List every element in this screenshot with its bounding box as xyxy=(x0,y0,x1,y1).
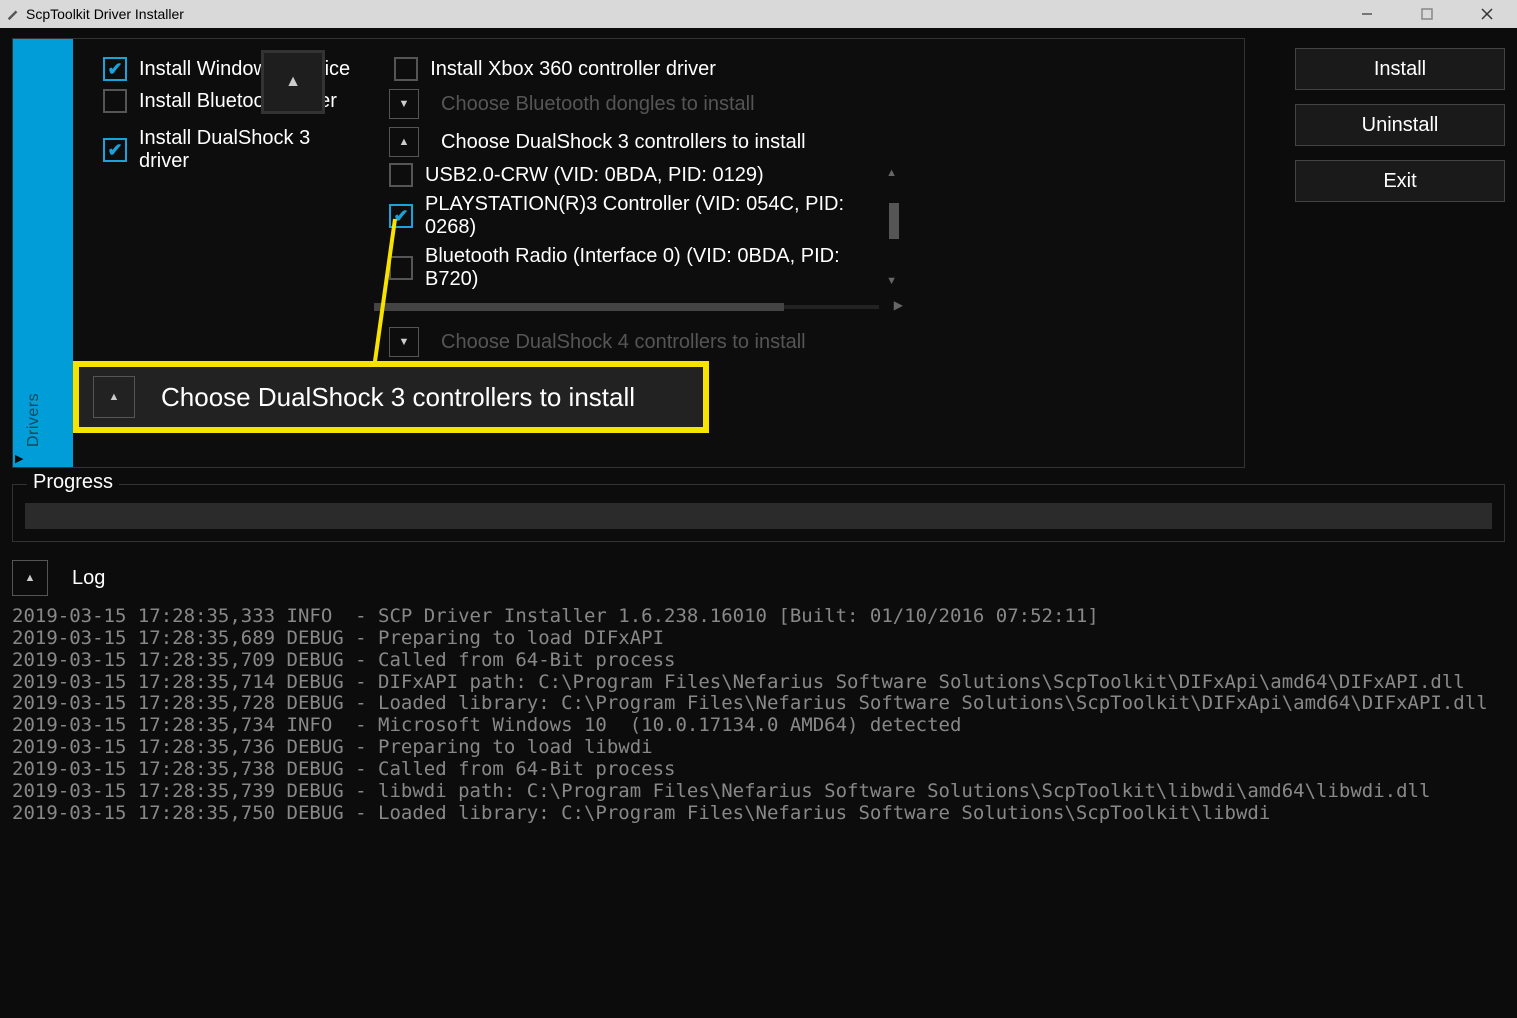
checkbox-icon xyxy=(103,57,127,81)
minimize-button[interactable] xyxy=(1337,0,1397,28)
collapse-ds3-list[interactable] xyxy=(389,127,419,157)
checkbox-label: Install DualShock 3 driver xyxy=(139,127,359,173)
device-label: USB2.0-CRW (VID: 0BDA, PID: 0129) xyxy=(425,164,764,187)
progress-bar xyxy=(25,503,1492,529)
annotation-callout: Choose DualShock 3 controllers to instal… xyxy=(73,361,709,433)
device-label: Bluetooth Radio (Interface 0) (VID: 0BDA… xyxy=(425,245,869,291)
scrollbar-thumb[interactable] xyxy=(889,203,899,239)
list-item[interactable]: Bluetooth Radio (Interface 0) (VID: 0BDA… xyxy=(389,245,869,291)
chevron-up-icon xyxy=(93,376,135,418)
flyout-indicator-icon: ▶ xyxy=(15,452,23,465)
choose-bt-dongles-label: Choose Bluetooth dongles to install xyxy=(441,93,755,116)
expand-bluetooth-dongles[interactable] xyxy=(389,89,419,119)
list-item[interactable]: USB2.0-CRW (VID: 0BDA, PID: 0129) xyxy=(389,163,869,187)
device-label: PLAYSTATION(R)3 Controller (VID: 054C, P… xyxy=(425,193,869,239)
tab-drivers-label: Drivers xyxy=(25,393,43,447)
checkbox-icon xyxy=(389,163,413,187)
annotation-text: Choose DualShock 3 controllers to instal… xyxy=(161,382,635,413)
window-title: ScpToolkit Driver Installer xyxy=(26,6,184,22)
choose-ds3-label: Choose DualShock 3 controllers to instal… xyxy=(441,131,806,154)
list-item[interactable]: PLAYSTATION(R)3 Controller (VID: 054C, P… xyxy=(389,193,869,239)
install-button[interactable]: Install xyxy=(1295,48,1505,90)
log-output: 2019-03-15 17:28:35,333 INFO - SCP Drive… xyxy=(12,606,1505,824)
drivers-panel: Drivers ▶ Install Windows Service Instal… xyxy=(12,38,1245,468)
checkbox-install-xbox360-driver[interactable]: Install Xbox 360 controller driver xyxy=(394,57,716,81)
expand-ds4-list[interactable] xyxy=(389,327,419,357)
log-title: Log xyxy=(72,567,105,590)
progress-group: Progress xyxy=(12,484,1505,542)
progress-title: Progress xyxy=(27,471,119,494)
maximize-button[interactable] xyxy=(1397,0,1457,28)
checkbox-install-ds3-driver[interactable]: Install DualShock 3 driver xyxy=(103,127,359,173)
checkbox-icon xyxy=(103,89,127,113)
collapse-log[interactable] xyxy=(12,560,48,596)
close-button[interactable] xyxy=(1457,0,1517,28)
choose-ds4-label: Choose DualShock 4 controllers to instal… xyxy=(441,331,806,354)
checkbox-icon xyxy=(394,57,418,81)
checkbox-label: Install Xbox 360 controller driver xyxy=(430,58,716,81)
exit-button[interactable]: Exit xyxy=(1295,160,1505,202)
checkbox-icon xyxy=(389,256,413,280)
tab-drivers[interactable]: Drivers ▶ xyxy=(13,39,73,467)
checkbox-icon xyxy=(103,138,127,162)
uninstall-button[interactable]: Uninstall xyxy=(1295,104,1505,146)
titlebar: ScpToolkit Driver Installer xyxy=(0,0,1517,28)
horizontal-scrollbar[interactable]: ▶ xyxy=(389,301,869,313)
highlight-collapse-icon: ▲ xyxy=(261,50,325,114)
scroll-down-icon[interactable]: ▼ xyxy=(886,275,897,287)
ds3-device-list: USB2.0-CRW (VID: 0BDA, PID: 0129) PLAYST… xyxy=(389,163,869,291)
app-icon xyxy=(6,7,20,21)
scroll-up-icon[interactable]: ▲ xyxy=(886,167,897,179)
